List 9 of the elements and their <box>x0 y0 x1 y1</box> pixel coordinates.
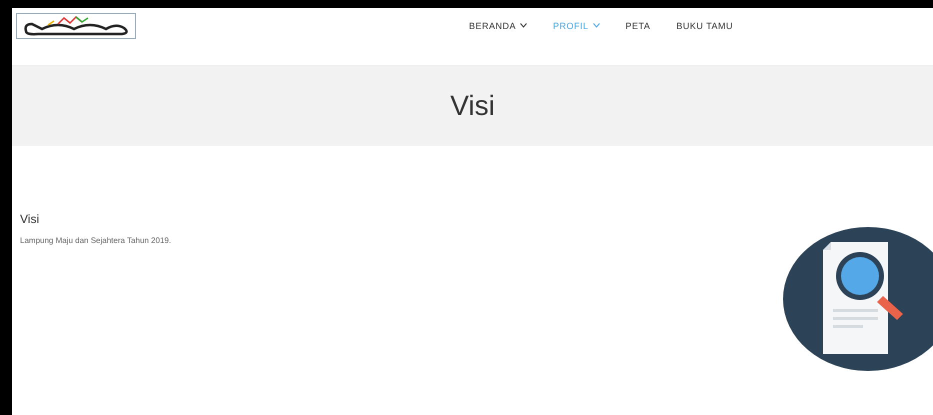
nav-link[interactable]: PETA <box>626 20 650 30</box>
chevron-down-icon <box>520 23 528 28</box>
nav-link[interactable]: BERANDA <box>469 20 528 30</box>
page-title: Visi <box>450 90 495 122</box>
nav-link[interactable]: BUKU TAMU <box>676 20 734 30</box>
vision-text: Lampung Maju dan Sejahtera Tahun 2019. <box>20 236 172 245</box>
section-heading: Visi <box>20 212 40 226</box>
logo-icon[interactable] <box>16 12 136 38</box>
chevron-down-icon <box>592 23 600 28</box>
